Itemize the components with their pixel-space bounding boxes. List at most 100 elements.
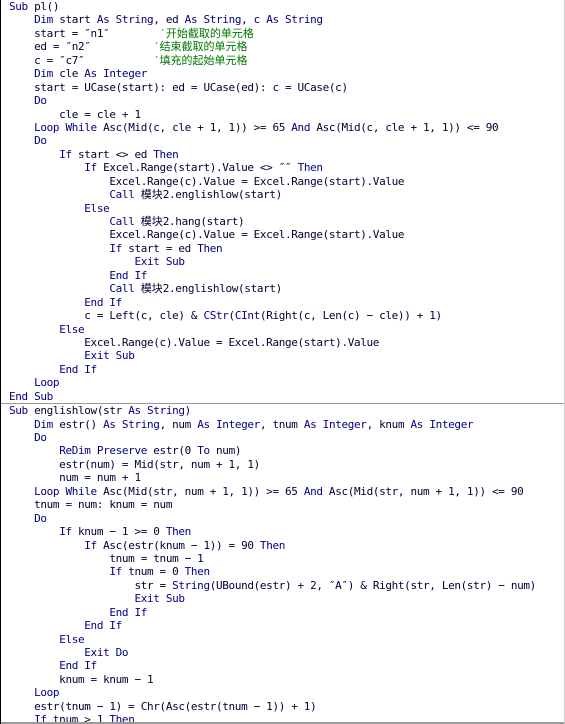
code-line[interactable]: If Asc(estr(knum − 1)) = 90 Then	[1, 539, 564, 552]
code-line[interactable]: start = ″n1″ ′开始截取的单元格	[1, 27, 564, 40]
code-token: Excel.Range(c).Value = Excel.Range(start…	[9, 335, 380, 349]
code-line[interactable]: Sub englishlow(str As String)	[1, 404, 564, 417]
code-line[interactable]: If start = ed Then	[1, 242, 564, 255]
code-line[interactable]: Dim start As String, ed As String, c As …	[1, 13, 564, 26]
code-line[interactable]: If start <> ed Then	[1, 148, 564, 161]
code-line[interactable]: Do	[1, 512, 564, 525]
code-token: tnum = tnum − 1	[9, 551, 204, 565]
code-token: c = ″c7″	[9, 53, 154, 67]
code-line[interactable]: Call 模块2.englishlow(start)	[1, 188, 564, 201]
code-token: Call	[109, 188, 135, 202]
vba-code-editor[interactable]: Sub pl() Dim start As String, ed As Stri…	[0, 0, 565, 724]
code-line[interactable]: Excel.Range(c).Value = Excel.Range(start…	[1, 175, 564, 188]
code-line[interactable]: Do	[1, 134, 564, 147]
code-line[interactable]: End If	[1, 269, 564, 282]
code-line[interactable]: End If	[1, 606, 564, 619]
code-line[interactable]: Exit Sub	[1, 592, 564, 605]
code-line[interactable]: str = String(UBound(estr) + 2, ″A″) & Ri…	[1, 579, 564, 592]
procedure-pl[interactable]: Sub pl() Dim start As String, ed As Stri…	[1, 0, 564, 403]
code-line[interactable]: End If	[1, 296, 564, 309]
code-line[interactable]: ed = ″n2″ ′结束截取的单元格	[1, 40, 564, 53]
code-token: Do	[34, 511, 47, 525]
code-token: If	[84, 161, 97, 175]
code-line[interactable]: If Excel.Range(start).Value <> ″″ Then	[1, 161, 564, 174]
code-line[interactable]: c = Left(c, cle) & CStr(CInt(Right(c, Le…	[1, 309, 564, 322]
code-line[interactable]: Excel.Range(c).Value = Excel.Range(start…	[1, 336, 564, 349]
code-line[interactable]: c = ″c7″ ′填充的起始单元格	[1, 54, 564, 67]
code-token: End If	[109, 268, 148, 282]
code-token: tnum = num: knum = num	[9, 498, 173, 512]
code-line[interactable]: cle = cle + 1	[1, 108, 564, 121]
code-line[interactable]: End Sub	[1, 390, 564, 403]
code-token: estr(tnum − 1) = Chr(Asc(estr(tnum − 1))…	[9, 699, 317, 713]
code-token: , knum	[366, 417, 411, 431]
code-line[interactable]: Exit Sub	[1, 255, 564, 268]
code-token: Then	[197, 241, 223, 255]
code-token: Loop While	[34, 120, 97, 134]
code-token: If	[84, 538, 97, 552]
code-line[interactable]: If knum − 1 >= 0 Then	[1, 525, 564, 538]
code-token: If	[59, 525, 72, 539]
code-line[interactable]: Do	[1, 431, 564, 444]
code-line[interactable]: Exit Do	[1, 646, 564, 659]
code-line[interactable]: Else	[1, 202, 564, 215]
code-line[interactable]: Call 模块2.englishlow(start)	[1, 282, 564, 295]
code-token: Exit Sub	[134, 255, 185, 269]
code-line[interactable]: Loop While Asc(Mid(c, cle + 1, 1)) >= 65…	[1, 121, 564, 134]
code-token: estr(num) = Mid(str, num + 1, 1)	[9, 457, 260, 471]
code-token: Then	[165, 525, 191, 539]
code-line[interactable]: Call 模块2.hang(start)	[1, 215, 564, 228]
code-token: Asc(Mid(str, num + 1, 1)) <= 90	[322, 484, 524, 498]
code-line[interactable]: Loop	[1, 686, 564, 699]
code-token: c = Left(c, cle) &	[9, 309, 204, 323]
code-token: End Sub	[9, 389, 53, 403]
code-line[interactable]: Do	[1, 94, 564, 107]
code-line[interactable]: Exit Sub	[1, 349, 564, 362]
code-line[interactable]: estr(num) = Mid(str, num + 1, 1)	[1, 458, 564, 471]
code-line[interactable]: Loop	[1, 376, 564, 389]
code-token: As Integer	[303, 417, 367, 431]
code-line[interactable]: End If	[1, 363, 564, 376]
code-line[interactable]: Dim estr() As String, num As Integer, tn…	[1, 418, 564, 431]
code-line[interactable]: Else	[1, 323, 564, 336]
code-line[interactable]: If tnum = 0 Then	[1, 565, 564, 578]
code-token: num = num + 1	[9, 471, 141, 485]
procedure-englishlow[interactable]: Sub englishlow(str As String) Dim estr()…	[1, 404, 564, 724]
code-line[interactable]: Else	[1, 633, 564, 646]
code-line[interactable]: Excel.Range(c).Value = Excel.Range(start…	[1, 228, 564, 241]
code-token: Excel.Range(c).Value = Excel.Range(start…	[9, 174, 405, 188]
code-line[interactable]: End If	[1, 659, 564, 672]
code-line[interactable]: start = UCase(start): ed = UCase(ed): c …	[1, 81, 564, 94]
code-token: And	[303, 484, 323, 498]
code-line[interactable]: Sub pl()	[1, 0, 564, 13]
code-token: )	[184, 404, 192, 418]
code-token: ed = ″n2″	[9, 40, 154, 54]
code-line[interactable]: num = num + 1	[1, 471, 564, 484]
code-line[interactable]: Loop While Asc(Mid(str, num + 1, 1)) >= …	[1, 485, 564, 498]
code-line[interactable]: tnum = num: knum = num	[1, 498, 564, 511]
code-line[interactable]: End If	[1, 619, 564, 632]
code-line[interactable]: knum = knum − 1	[1, 673, 564, 686]
code-token: To	[197, 444, 210, 458]
code-token: Then	[259, 538, 286, 552]
code-line[interactable]: estr(tnum − 1) = Chr(Asc(estr(tnum − 1))…	[1, 700, 564, 713]
code-token: , ed	[153, 13, 185, 27]
code-token: Else	[59, 322, 85, 336]
code-token: 填充的起始单元格	[159, 53, 248, 67]
code-token: pl()	[27, 0, 60, 13]
code-line[interactable]: Dim cle As Integer	[1, 67, 564, 80]
code-line[interactable]: tnum = tnum − 1	[1, 552, 564, 565]
code-token: Asc(estr(knum − 1)) = 90	[96, 538, 260, 552]
code-token: Loop While	[34, 484, 97, 498]
code-line[interactable]: ReDim Preserve estr(0 To num)	[1, 444, 564, 457]
